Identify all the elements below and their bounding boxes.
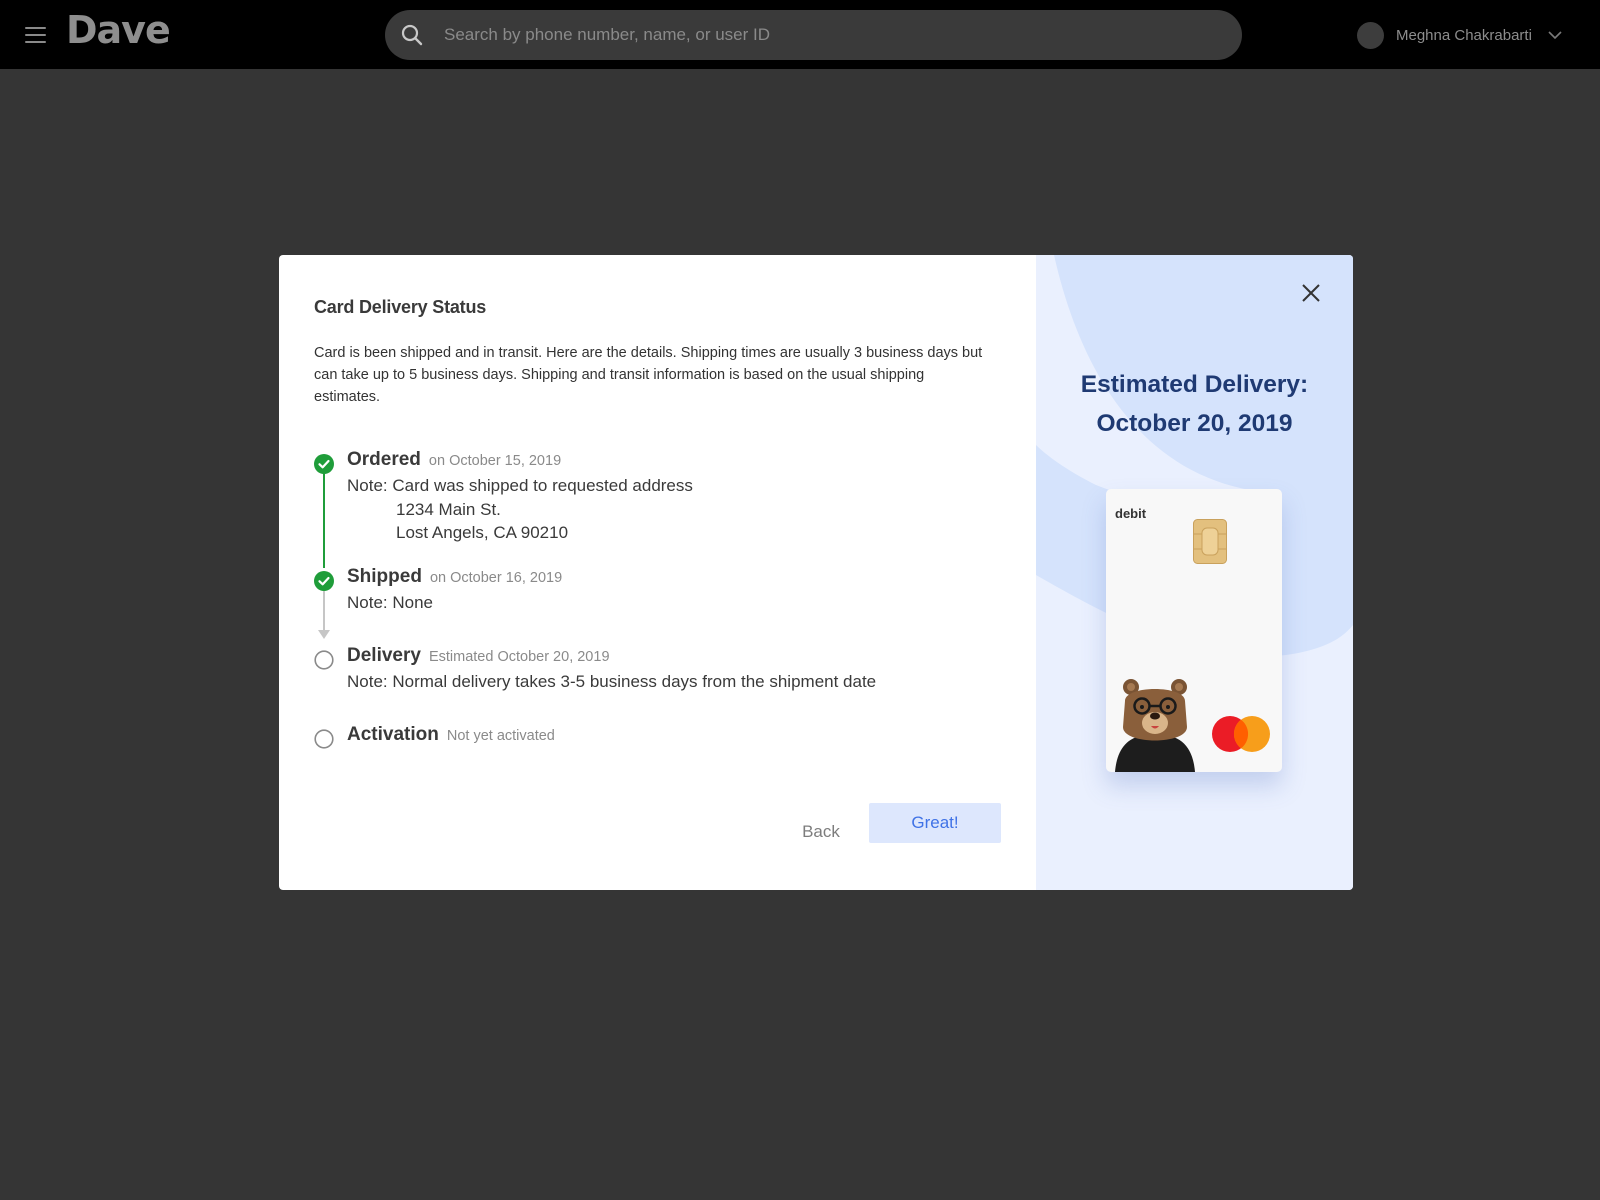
- empty-circle-icon: [314, 729, 334, 749]
- dave-logo[interactable]: Dave: [66, 8, 171, 52]
- step-label: Delivery Estimated October 20, 2019: [347, 645, 610, 666]
- search-input[interactable]: [444, 10, 1224, 60]
- check-circle-icon: [314, 454, 334, 474]
- hamburger-menu-icon[interactable]: [25, 27, 46, 43]
- modal-title: Card Delivery Status: [314, 297, 487, 317]
- empty-circle-icon: [314, 650, 334, 670]
- back-button[interactable]: Back: [786, 818, 856, 846]
- modal-description: Card is been shipped and in transit. Her…: [314, 345, 983, 405]
- progress-arrow: [318, 630, 330, 639]
- progress-line-complete: [323, 469, 325, 568]
- progress-line-pending: [323, 587, 325, 635]
- step-date: Estimated October 20, 2019: [428, 649, 610, 665]
- step-label: Shipped on October 16, 2019: [347, 566, 563, 587]
- avatar: [1357, 21, 1384, 49]
- search-icon: [401, 24, 423, 46]
- step-label: Ordered on October 15, 2019: [347, 449, 562, 470]
- step-label: Activation Not yet activated: [347, 724, 555, 745]
- search-bar[interactable]: [385, 10, 1242, 60]
- chevron-down-icon[interactable]: [1548, 30, 1562, 40]
- step-date: Not yet activated: [446, 728, 555, 744]
- card-chip-icon: [1193, 519, 1227, 564]
- close-icon[interactable]: [1298, 280, 1324, 306]
- address-line: Lost Angels, CA 90210: [396, 523, 569, 542]
- card-type-label: debit: [1115, 506, 1147, 521]
- debit-card-image: debit: [1106, 489, 1282, 772]
- delivery-estimate-panel: Estimated Delivery: October 20, 2019 deb…: [1036, 255, 1353, 890]
- step-date: on October 16, 2019: [429, 570, 563, 586]
- top-navigation-bar: Dave Meghna Chakrabarti: [0, 0, 1600, 69]
- step-note: Note: Card was shipped to requested addr…: [347, 474, 693, 545]
- mastercard-logo: [1212, 716, 1270, 752]
- user-menu[interactable]: Meghna Chakrabarti: [1357, 20, 1562, 50]
- bear-mascot: [1115, 679, 1195, 772]
- address-line: 1234 Main St.: [396, 499, 501, 519]
- step-note: Note: None: [347, 593, 433, 612]
- modal-content: Card Delivery Status Card is been shippe…: [279, 255, 1036, 890]
- step-date: on October 15, 2019: [428, 453, 562, 469]
- check-circle-icon: [314, 571, 334, 591]
- user-name: Meghna Chakrabarti: [1396, 26, 1532, 44]
- estimate-date: October 20, 2019: [1096, 410, 1293, 437]
- card-delivery-status-modal: Card Delivery Status Card is been shippe…: [279, 255, 1353, 890]
- great-button[interactable]: Great!: [869, 803, 1001, 843]
- step-note: Note: Normal delivery takes 3-5 business…: [347, 672, 877, 691]
- estimated-delivery: Estimated Delivery: October 20, 2019: [1036, 365, 1353, 443]
- estimate-label: Estimated Delivery:: [1080, 371, 1309, 398]
